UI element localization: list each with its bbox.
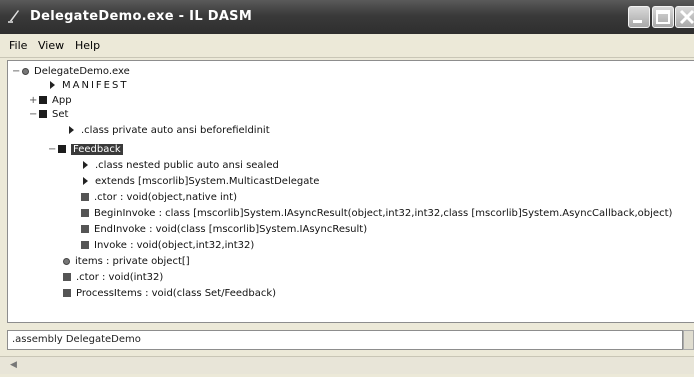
tree-processitems-label: ProcessItems : void(class Set/Feedback) [76,288,277,299]
menu-file[interactable]: File [9,39,27,52]
tree-manifest-label: MANIFEST [62,80,129,91]
close-button[interactable] [675,6,694,28]
tree-fb-begininvoke[interactable]: BeginInvoke : class [mscorlib]System.IAs… [81,207,672,221]
tree-processitems[interactable]: ProcessItems : void(class Set/Feedback) [63,287,276,301]
triangle-item-icon [69,126,74,134]
method-icon [81,209,89,217]
menu-view[interactable]: View [38,39,64,52]
horizontal-scrollbar[interactable]: ◀ [0,356,694,374]
tree-app-label: App [52,95,72,106]
close-icon [679,9,694,25]
maximize-icon [656,10,670,24]
tree-fb-extends[interactable]: extends [mscorlib]System.MulticastDelega… [81,175,319,189]
method-icon [81,241,89,249]
menu-help[interactable]: Help [75,39,100,52]
tree-set-ctor[interactable]: .ctor : void(int32) [63,271,163,285]
tree-fb-invoke[interactable]: Invoke : void(object,int32,int32) [81,239,254,253]
tree-set-class[interactable]: .class private auto ansi beforefieldinit [67,124,270,138]
status-scrollbar[interactable] [683,330,694,350]
tree-manifest[interactable]: MANIFEST [48,79,128,93]
tree-feedback-label: Feedback [71,144,123,155]
status-text: .assembly DelegateDemo [12,334,141,345]
collapse-icon[interactable]: − [29,108,37,122]
minimize-button[interactable] [628,6,650,28]
triangle-item-icon [50,81,55,89]
expand-icon[interactable]: + [29,94,37,108]
collapse-icon[interactable]: − [12,65,20,79]
tree-set[interactable]: Set [39,108,68,122]
tree-fb-class-label: .class nested public auto ansi sealed [95,160,279,171]
method-icon [63,289,71,297]
collapse-icon[interactable]: − [48,143,56,157]
tree-fb-extends-label: extends [mscorlib]System.MulticastDelega… [95,176,320,187]
scroll-left-icon[interactable]: ◀ [10,360,17,370]
tree-set-ctor-label: .ctor : void(int32) [76,272,164,283]
window-title: DelegateDemo.exe - IL DASM [30,9,253,24]
tree-fb-begininvoke-label: BeginInvoke : class [mscorlib]System.IAs… [94,208,673,219]
status-pane[interactable]: .assembly DelegateDemo [7,330,683,350]
tree-fb-ctor[interactable]: .ctor : void(object,native int) [81,191,237,205]
menu-bar: File View Help [0,34,694,58]
tree-fb-endinvoke-label: EndInvoke : void(class [mscorlib]System.… [94,224,368,235]
tree-feedback[interactable]: Feedback [58,143,123,157]
tree-items-label: items : private object[] [75,256,190,267]
square-node-icon [58,145,66,153]
ildasm-app-icon [8,10,19,23]
square-node-icon [39,110,47,118]
method-icon [81,193,89,201]
tree-items[interactable]: items : private object[] [63,255,190,269]
maximize-button[interactable] [652,6,674,28]
tree-root[interactable]: DelegateDemo.exe [22,65,130,79]
triangle-item-icon [83,177,88,185]
title-bar[interactable]: DelegateDemo.exe - IL DASM [0,0,694,34]
tree-fb-ctor-label: .ctor : void(object,native int) [94,192,237,203]
square-node-icon [39,96,47,104]
tree-view[interactable]: − DelegateDemo.exe MANIFEST + App − Set … [7,60,694,323]
diamond-field-icon [63,257,70,265]
method-icon [81,225,89,233]
tree-fb-endinvoke[interactable]: EndInvoke : void(class [mscorlib]System.… [81,223,367,237]
method-icon [63,273,71,281]
diamond-field-icon [22,67,29,75]
tree-set-label: Set [52,109,69,120]
tree-set-class-label: .class private auto ansi beforefieldinit [81,125,270,136]
tree-fb-invoke-label: Invoke : void(object,int32,int32) [94,240,255,251]
tree-fb-class[interactable]: .class nested public auto ansi sealed [81,159,279,173]
minimize-icon [633,20,642,23]
triangle-item-icon [83,161,88,169]
tree-root-label: DelegateDemo.exe [34,66,130,77]
tree-app[interactable]: App [39,94,72,108]
